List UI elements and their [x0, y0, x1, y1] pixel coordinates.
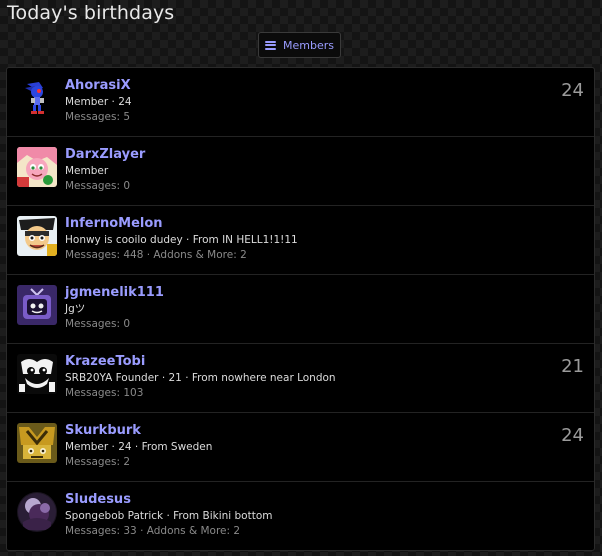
list-item: Skurkburk Member · 24 · From Sweden Mess… [7, 413, 594, 482]
username-link[interactable]: AhorasiX [65, 77, 534, 94]
page-title: Today's birthdays [7, 2, 175, 24]
list-item: AhorasiX Member · 24 Messages: 5 24 [7, 68, 594, 137]
birthday-list: AhorasiX Member · 24 Messages: 5 24 Darx… [6, 67, 595, 551]
list-item: Sludesus Spongebob Patrick · From Bikini… [7, 482, 594, 550]
age-badge: 24 [561, 80, 584, 101]
username-link[interactable]: Sludesus [65, 491, 534, 508]
user-stats: Messages: 448 · Addons & More: 2 [65, 249, 247, 261]
avatar[interactable] [17, 423, 57, 463]
list-item: jgmenelik111 Jgツ Messages: 0 [7, 275, 594, 344]
members-button-label: Members [283, 38, 334, 52]
menu-icon [265, 40, 276, 50]
list-item: DarxZlayer Member Messages: 0 [7, 137, 594, 206]
user-title: Honwy is cooilo dudey · From IN HELL1!1!… [65, 234, 298, 246]
user-stats: Messages: 33 · Addons & More: 2 [65, 525, 241, 537]
user-stats: Messages: 0 [65, 180, 131, 192]
user-title: SRB20YA Founder · 21 · From nowhere near… [65, 372, 336, 384]
user-title: Spongebob Patrick · From Bikini bottom [65, 510, 273, 522]
user-stats: Messages: 5 [65, 111, 131, 123]
age-badge: 24 [561, 425, 584, 446]
list-item: KrazeeTobi SRB20YA Founder · 21 · From n… [7, 344, 594, 413]
avatar[interactable] [17, 147, 57, 187]
user-stats: Messages: 103 [65, 387, 144, 399]
avatar[interactable] [17, 216, 57, 256]
list-item: InfernoMelon Honwy is cooilo dudey · Fro… [7, 206, 594, 275]
avatar[interactable] [17, 78, 57, 118]
dark-purple-photo-avatar-icon [17, 492, 57, 532]
username-link[interactable]: jgmenelik111 [65, 284, 534, 301]
user-title: Member · 24 · From Sweden [65, 441, 213, 453]
avatar[interactable] [17, 354, 57, 394]
avatar[interactable] [17, 285, 57, 325]
crash-bandicoot-avatar-icon [17, 423, 57, 463]
user-stats: Messages: 2 [65, 456, 131, 468]
amy-rose-avatar-icon [17, 147, 57, 187]
members-button[interactable]: Members [258, 32, 341, 58]
black-white-cartoon-avatar-icon [17, 354, 57, 394]
username-link[interactable]: KrazeeTobi [65, 353, 534, 370]
user-title: Jgツ [65, 303, 86, 315]
username-link[interactable]: Skurkburk [65, 422, 534, 439]
user-title: Member · 24 [65, 96, 132, 108]
purple-tv-avatar-icon [17, 285, 57, 325]
user-title: Member [65, 165, 109, 177]
cartoon-character-avatar-icon [17, 216, 57, 256]
user-stats: Messages: 0 [65, 318, 131, 330]
username-link[interactable]: InfernoMelon [65, 215, 534, 232]
metal-sonic-avatar-icon [17, 78, 57, 118]
avatar[interactable] [17, 492, 57, 532]
username-link[interactable]: DarxZlayer [65, 146, 534, 163]
age-badge: 21 [561, 356, 584, 377]
